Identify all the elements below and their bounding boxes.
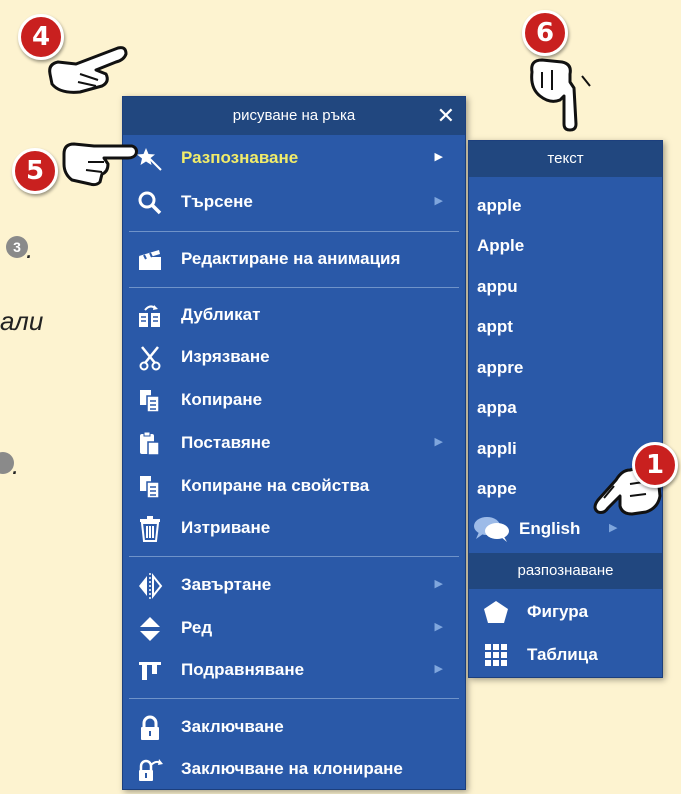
close-icon[interactable]: ✕ — [437, 97, 455, 135]
submenu-arrow-icon: ▶ — [434, 621, 443, 633]
menu-item-copy-properties[interactable]: Копиране на свойства — [123, 466, 465, 506]
menu-item-label: Подравняване — [181, 660, 305, 679]
suggestion-item[interactable]: appu — [477, 267, 657, 307]
menu-item-lock-clone[interactable]: Заключване на клониране — [123, 749, 465, 789]
duplicate-icon — [139, 305, 160, 327]
menu-item-label: Ред — [181, 618, 213, 637]
suggestion-item[interactable]: appre — [477, 348, 657, 388]
step-number-circle: 3 — [6, 236, 28, 258]
background-text-fragment: . — [12, 450, 20, 480]
callout-badge: 4 — [18, 14, 64, 60]
menu-item-edit-animation[interactable]: Редактиране на анимация — [123, 239, 465, 279]
callout-badge: 6 — [522, 10, 568, 56]
submenu-header-text: текст — [469, 141, 662, 177]
menu-item-label: Заключване на клониране — [181, 759, 403, 778]
rotate-icon — [139, 573, 163, 599]
callout-badge: 5 — [12, 148, 58, 194]
lock-clone-icon — [139, 759, 163, 781]
menu-title: рисуване на ръка — [123, 97, 465, 135]
menu-divider — [129, 231, 459, 232]
menu-divider — [129, 287, 459, 288]
callout-badge: 1 — [632, 442, 678, 488]
menu-item-label: Заключване — [181, 717, 284, 736]
table-label: Таблица — [527, 645, 598, 664]
submenu-header-recognize: разпознаване — [469, 553, 662, 589]
menu-item-label: Копиране на свойства — [181, 476, 370, 495]
lock-icon — [141, 715, 159, 740]
menu-item-label: Поставяне — [181, 433, 271, 452]
menu-title-text: рисуване на ръка — [232, 107, 356, 124]
search-icon — [138, 191, 162, 215]
suggestion-item[interactable]: appa — [477, 388, 657, 428]
menu-item-recognize[interactable]: Разпознаване ▶ — [123, 138, 465, 178]
language-label: English — [519, 519, 581, 538]
menu-item-delete[interactable]: Изтриване — [123, 508, 465, 548]
menu-item-label: Копиране — [181, 390, 263, 409]
clapperboard-icon — [139, 250, 161, 270]
menu-item-order[interactable]: Ред ▶ — [123, 608, 465, 648]
menu-item-search[interactable]: Търсене ▶ — [123, 182, 465, 222]
menu-item-rotate[interactable]: Завъртане ▶ — [123, 565, 465, 605]
recognize-table-item[interactable]: Таблица — [469, 635, 662, 675]
menu-item-duplicate[interactable]: Дубликат — [123, 295, 465, 335]
menu-item-label: Дубликат — [181, 305, 261, 324]
handwriting-context-menu: рисуване на ръка ✕ Разпознаване ▶ Търсен… — [122, 96, 466, 790]
speech-bubbles-icon — [474, 517, 509, 542]
submenu-arrow-icon: ▶ — [434, 151, 443, 163]
submenu-arrow-icon: ▶ — [434, 578, 443, 590]
menu-item-label: Изтриване — [181, 518, 271, 537]
pentagon-icon — [484, 601, 508, 623]
menu-item-label: Изрязване — [181, 347, 270, 366]
menu-item-label: Разпознаване — [181, 148, 299, 167]
menu-item-label: Редактиране на анимация — [181, 249, 401, 268]
pointing-hand-icon — [62, 142, 138, 187]
table-grid-icon — [485, 644, 507, 666]
menu-item-cut[interactable]: Изрязване — [123, 337, 465, 377]
shape-label: Фигура — [527, 602, 589, 621]
suggestion-item[interactable]: appt — [477, 307, 657, 347]
pointing-hand-icon — [530, 58, 591, 132]
trash-icon — [140, 516, 160, 542]
suggestion-item[interactable]: Apple — [477, 226, 657, 266]
recognize-submenu: текст apple Apple appu appt appre appa a… — [468, 140, 663, 678]
copy-icon — [140, 390, 160, 413]
menu-item-label: Завъртане — [181, 575, 272, 594]
submenu-header-label: текст — [547, 150, 584, 167]
align-icon — [139, 662, 161, 680]
menu-divider — [129, 556, 459, 557]
submenu-arrow-icon: ▶ — [434, 436, 443, 448]
suggestion-item[interactable]: apple — [477, 186, 657, 226]
paste-icon — [140, 431, 160, 456]
order-icon — [140, 617, 160, 641]
menu-item-label: Търсене — [181, 192, 253, 211]
background-text-fragment: али — [0, 306, 44, 336]
scissors-icon — [139, 346, 161, 371]
menu-item-align[interactable]: Подравняване ▶ — [123, 650, 465, 690]
copy-properties-icon — [140, 476, 160, 499]
menu-divider — [129, 698, 459, 699]
menu-item-paste[interactable]: Поставяне ▶ — [123, 423, 465, 463]
submenu-arrow-icon: ▶ — [434, 663, 443, 675]
submenu-header-label: разпознаване — [517, 562, 614, 579]
background-text-fragment: . — [26, 234, 34, 264]
submenu-arrow-icon: ▶ — [434, 195, 443, 207]
menu-item-lock[interactable]: Заключване — [123, 707, 465, 747]
menu-item-copy[interactable]: Копиране — [123, 380, 465, 420]
recognize-star-icon — [137, 148, 162, 171]
recognize-shape-item[interactable]: Фигура — [469, 592, 662, 632]
